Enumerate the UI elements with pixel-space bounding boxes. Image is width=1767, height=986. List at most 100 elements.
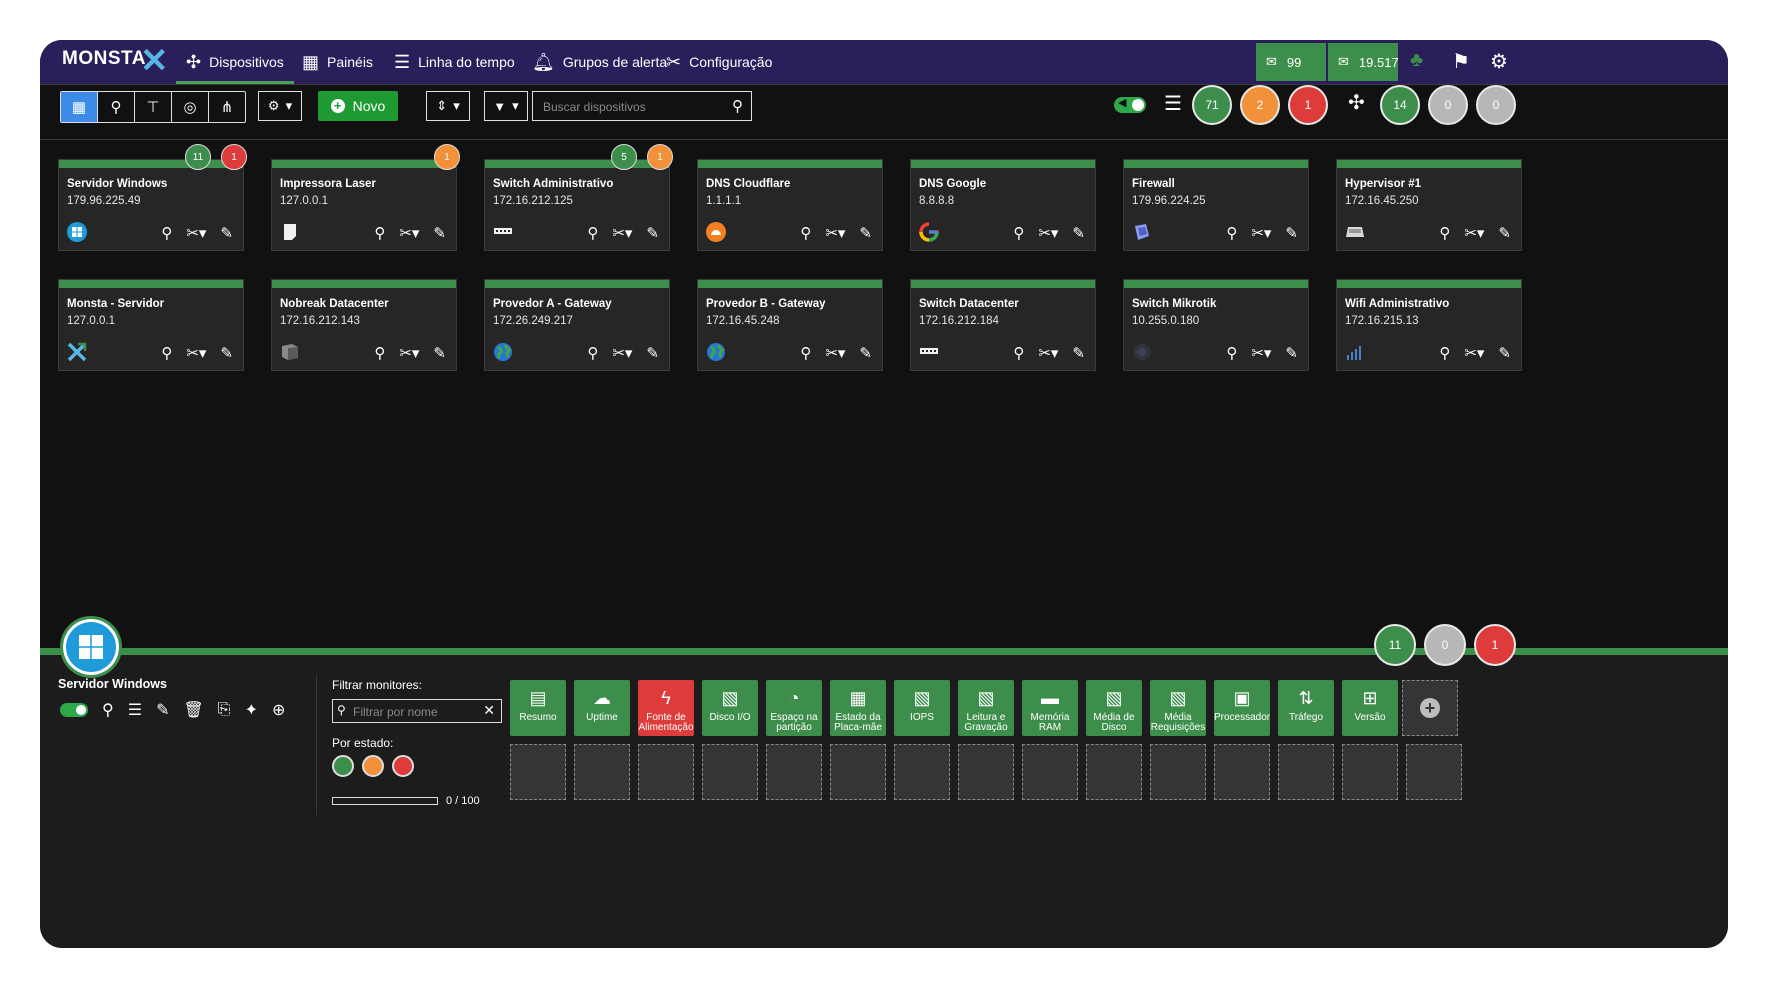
topology-ok-badge[interactable]: 14 <box>1380 85 1420 125</box>
tools-dropdown-icon[interactable]: ✂▾ <box>1464 224 1484 242</box>
monitor-tile[interactable]: ☁ Uptime <box>574 680 630 736</box>
sort-dropdown[interactable]: ⇕ ▾ <box>426 91 470 121</box>
tools-dropdown-icon[interactable]: ✂▾ <box>612 344 632 362</box>
tools-dropdown-icon[interactable]: ✂▾ <box>186 224 206 242</box>
search-view-icon[interactable]: ⚲ <box>98 92 135 122</box>
nav-dispositivos[interactable]: ✣ Dispositivos <box>176 40 294 84</box>
gear-icon[interactable]: ⚙ <box>1490 49 1508 74</box>
search-icon[interactable]: ⚲ <box>732 97 743 115</box>
empty-monitor-slot[interactable] <box>510 744 566 800</box>
enable-toggle[interactable] <box>60 703 88 717</box>
add-circle-icon[interactable]: ⊕ <box>272 700 285 720</box>
tools-dropdown-icon[interactable]: ✂▾ <box>825 224 845 242</box>
search-icon[interactable]: ⚲ <box>800 344 811 362</box>
edit-icon[interactable]: ✎ <box>859 344 872 362</box>
edit-icon[interactable]: ✎ <box>1285 344 1298 362</box>
monitor-tile[interactable]: ▬ Memória RAM <box>1022 680 1078 736</box>
monitor-filter-input[interactable] <box>351 703 485 721</box>
edit-icon[interactable]: ✎ <box>220 344 233 362</box>
edit-icon[interactable]: ✎ <box>433 344 446 362</box>
edit-icon[interactable]: ✎ <box>646 224 659 242</box>
monitor-tile[interactable]: ϟ Fonte de Alimentação <box>638 680 694 736</box>
edit-icon[interactable]: ✎ <box>220 224 233 242</box>
detail-unknown-badge[interactable]: 0 <box>1424 624 1466 666</box>
empty-monitor-slot[interactable] <box>1278 744 1334 800</box>
tree-icon[interactable]: ♣ <box>1410 49 1423 72</box>
device-card[interactable]: DNS Google 8.8.8.8 ⚲ ✂▾ ✎ <box>910 159 1096 251</box>
trash-icon[interactable]: 🗑︎ <box>183 700 203 720</box>
grid-view-icon[interactable]: ▦ <box>61 92 98 122</box>
edit-icon[interactable]: ✎ <box>1072 344 1085 362</box>
search-icon[interactable]: ⚲ <box>1439 344 1450 362</box>
empty-monitor-slot[interactable] <box>1150 744 1206 800</box>
device-card[interactable]: Hypervisor #1 172.16.45.250 ⚲ ✂▾ ✎ <box>1336 159 1522 251</box>
search-icon[interactable]: ⚲ <box>587 224 598 242</box>
nav-linha-do-tempo[interactable]: ☰ Linha do tempo <box>394 40 515 84</box>
empty-monitor-slot[interactable] <box>830 744 886 800</box>
card-warn-badge[interactable]: 1 <box>647 144 673 170</box>
topology-paused-badge[interactable]: 0 <box>1476 85 1516 125</box>
tools-dropdown-icon[interactable]: ✂▾ <box>399 344 419 362</box>
nav-configuracao[interactable]: ✂ Configuração <box>666 40 772 84</box>
tools-dropdown-icon[interactable]: ✂▾ <box>1464 344 1484 362</box>
monitor-tile[interactable]: ⊞ Versão <box>1342 680 1398 736</box>
empty-monitor-slot[interactable] <box>702 744 758 800</box>
tree-view-icon[interactable]: ⊤ <box>135 92 172 122</box>
edit-icon[interactable]: ✎ <box>1498 344 1511 362</box>
device-card[interactable]: Impressora Laser 127.0.0.1 ⚲ ✂▾ ✎ <box>271 159 457 251</box>
tools-dropdown-icon[interactable]: ✂▾ <box>1038 224 1058 242</box>
card-ok-badge[interactable]: 11 <box>185 144 211 170</box>
monitor-tile[interactable]: ▧ Disco I/O <box>702 680 758 736</box>
device-card[interactable]: Switch Mikrotik 10.255.0.180 ⚲ ✂▾ ✎ <box>1123 279 1309 371</box>
filter-dropdown[interactable]: ▼ ▾ <box>484 91 528 121</box>
monitor-tile[interactable]: ▧ Média de Disco <box>1086 680 1142 736</box>
device-card[interactable]: Nobreak Datacenter 172.16.212.143 ⚲ ✂▾ ✎ <box>271 279 457 371</box>
detail-ok-badge[interactable]: 11 <box>1374 624 1416 666</box>
search-icon[interactable]: ⚲ <box>1439 224 1450 242</box>
device-card[interactable]: Firewall 179.96.224.25 ⚲ ✂▾ ✎ <box>1123 159 1309 251</box>
nav-paineis[interactable]: ▦ Painéis <box>302 40 373 84</box>
empty-monitor-slot[interactable] <box>1214 744 1270 800</box>
monitor-tile[interactable]: ▦ Estado da Placa-mãe <box>830 680 886 736</box>
state-filter-warn[interactable] <box>362 755 384 777</box>
ok-count-badge[interactable]: 71 <box>1192 85 1232 125</box>
tools-dropdown-icon[interactable]: ✂▾ <box>399 224 419 242</box>
tools-dropdown-icon[interactable]: ✂▾ <box>186 344 206 362</box>
device-card[interactable]: Wifi Administrativo 172.16.215.13 ⚲ ✂▾ ✎ <box>1336 279 1522 371</box>
edit-icon[interactable]: ✎ <box>433 224 446 242</box>
device-card[interactable]: Servidor Windows 179.96.225.49 ⚲ ✂▾ ✎ <box>58 159 244 251</box>
edit-icon[interactable]: ✎ <box>859 224 872 242</box>
monitor-tile[interactable]: ▣ Processador <box>1214 680 1270 736</box>
new-device-button[interactable]: + Novo <box>318 91 398 121</box>
monitor-tile[interactable]: ▧ IOPS <box>894 680 950 736</box>
topology-view-icon[interactable]: ⋔ <box>209 92 245 122</box>
crit-count-badge[interactable]: 1 <box>1288 85 1328 125</box>
empty-monitor-slot[interactable] <box>894 744 950 800</box>
search-icon[interactable]: ⚲ <box>102 700 114 720</box>
empty-monitor-slot[interactable] <box>958 744 1014 800</box>
card-warn-badge[interactable]: 1 <box>434 144 460 170</box>
empty-monitor-slot[interactable] <box>1022 744 1078 800</box>
state-filter-crit[interactable] <box>392 755 414 777</box>
radar-view-icon[interactable]: ◎ <box>172 92 209 122</box>
search-icon[interactable]: ⚲ <box>161 344 172 362</box>
list-icon[interactable]: ☰ <box>1164 91 1182 116</box>
magic-wand-icon[interactable]: ✦ <box>245 700 258 720</box>
flag-icon[interactable]: ⚑ <box>1452 49 1470 74</box>
tools-dropdown-icon[interactable]: ✂▾ <box>825 344 845 362</box>
monitor-tile[interactable]: ◔ Espaço na partição <box>766 680 822 736</box>
tools-dropdown-icon[interactable]: ✂▾ <box>1251 224 1271 242</box>
empty-monitor-slot[interactable] <box>1342 744 1398 800</box>
state-filter-ok[interactable] <box>332 755 354 777</box>
search-icon[interactable]: ⚲ <box>1226 224 1237 242</box>
search-input[interactable] <box>541 97 725 117</box>
tools-dropdown-icon[interactable]: ✂▾ <box>1251 344 1271 362</box>
copy-icon[interactable]: ⎘ <box>218 701 231 719</box>
settings-dropdown[interactable]: ⚙ ▾ <box>258 91 302 121</box>
empty-monitor-slot[interactable] <box>1406 744 1462 800</box>
monitor-tile[interactable]: ▤ Resumo <box>510 680 566 736</box>
list-icon[interactable]: ☰ <box>128 700 142 720</box>
device-card[interactable]: Switch Administrativo 172.16.212.125 ⚲ ✂▾… <box>484 159 670 251</box>
device-card[interactable]: Provedor B - Gateway 172.16.45.248 ⚲ ✂▾ ✎ <box>697 279 883 371</box>
empty-monitor-slot[interactable] <box>1086 744 1142 800</box>
